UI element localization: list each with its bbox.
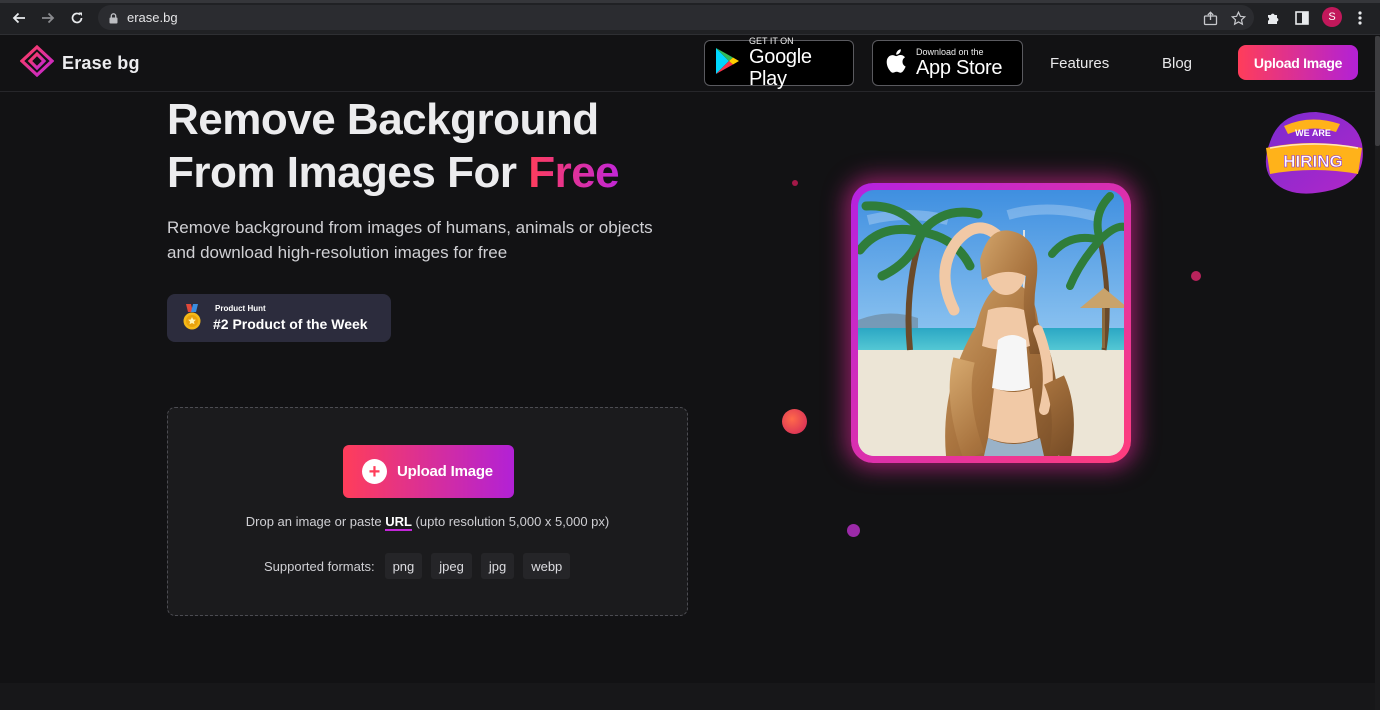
hero-subtitle-line2: and download high-resolution images for … <box>167 243 508 262</box>
app-store-big: App Store <box>916 57 1003 79</box>
back-icon[interactable] <box>8 7 30 29</box>
nav-blog[interactable]: Blog <box>1162 55 1192 72</box>
format-chip-png: png <box>384 553 423 579</box>
nav-features[interactable]: Features <box>1050 55 1109 72</box>
site-header: Erase bg GET IT ON Google Play Download … <box>0 36 1375 92</box>
browser-toolbar: erase.bg S <box>0 0 1380 35</box>
showcase-frame <box>851 183 1131 463</box>
format-chip-jpg: jpg <box>480 553 515 579</box>
lock-icon <box>109 11 118 29</box>
decor-dot <box>847 524 860 537</box>
decor-dot <box>1191 271 1201 281</box>
sidepanel-icon[interactable] <box>1291 7 1313 29</box>
app-store-button[interactable]: Download on the App Store <box>872 40 1023 86</box>
forward-icon[interactable] <box>37 7 59 29</box>
supported-formats: Supported formats: png jpeg jpg webp <box>264 553 571 579</box>
format-chip-webp: webp <box>523 553 571 579</box>
google-play-small: GET IT ON <box>749 36 794 46</box>
product-hunt-badge[interactable]: Product Hunt #2 Product of the Week <box>167 294 391 342</box>
apple-icon <box>883 47 907 80</box>
reload-icon[interactable] <box>66 7 88 29</box>
hero-subtitle: Remove background from images of humans,… <box>167 215 687 265</box>
hint-prefix: Drop an image or paste <box>245 514 386 529</box>
upload-image-label: Upload Image <box>397 463 493 480</box>
header-upload-button[interactable]: Upload Image <box>1238 45 1358 80</box>
google-play-big: Google Play <box>749 46 812 90</box>
showcase-photo <box>858 190 1124 456</box>
hiring-badge[interactable]: WE ARE HIRING <box>1262 112 1364 194</box>
google-play-button[interactable]: GET IT ON Google Play <box>704 36 854 90</box>
decor-dot <box>792 180 798 186</box>
logo[interactable]: Erase bg <box>19 44 140 82</box>
next-section-edge <box>0 683 1375 710</box>
upload-dropzone[interactable]: + Upload Image Drop an image or paste UR… <box>167 407 688 616</box>
puzzle-icon[interactable] <box>1262 7 1284 29</box>
app-store-small: Download on the <box>916 47 984 57</box>
erase-bg-logo-icon <box>19 44 55 82</box>
share-icon[interactable] <box>1199 7 1221 29</box>
hero-title: Remove Background From Images For Free <box>167 93 620 199</box>
format-chip-jpeg: jpeg <box>431 553 472 579</box>
hero-title-line1: Remove Background <box>167 95 599 144</box>
product-hunt-title: #2 Product of the Week <box>213 316 368 332</box>
hint-suffix: (upto resolution 5,000 x 5,000 px) <box>411 514 610 529</box>
medal-icon <box>182 304 202 337</box>
logo-text: Erase bg <box>62 53 140 73</box>
address-bar[interactable]: erase.bg <box>98 5 1254 30</box>
formats-label: Supported formats: <box>264 558 375 574</box>
star-icon[interactable] <box>1227 7 1249 29</box>
hiring-top-text: WE ARE <box>1295 128 1331 138</box>
paste-url-link[interactable]: URL <box>385 514 412 531</box>
hero-subtitle-line1: Remove background from images of humans,… <box>167 218 653 237</box>
address-url[interactable]: erase.bg <box>127 10 178 25</box>
decor-dot <box>782 409 807 434</box>
scrollbar-thumb[interactable] <box>1375 36 1380 146</box>
plus-icon: + <box>362 459 387 484</box>
hero-title-highlight: Free <box>528 148 620 197</box>
tab-strip <box>0 0 1380 3</box>
profile-avatar[interactable]: S <box>1322 7 1342 27</box>
product-hunt-label: Product Hunt <box>215 304 266 313</box>
dropzone-hint: Drop an image or paste URL (upto resolut… <box>168 514 687 531</box>
hiring-main-text: HIRING <box>1283 152 1343 171</box>
kebab-menu-icon[interactable] <box>1349 7 1371 29</box>
google-play-icon <box>715 47 741 80</box>
upload-image-button[interactable]: + Upload Image <box>343 445 514 498</box>
hero-title-line2: From Images For <box>167 148 529 197</box>
